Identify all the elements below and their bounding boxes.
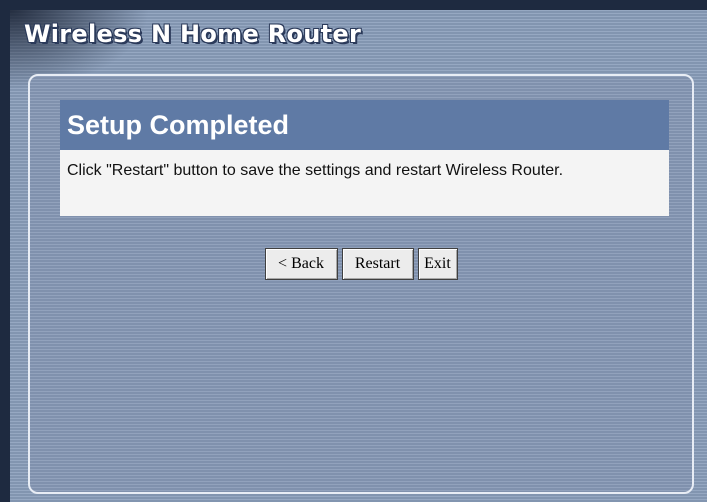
- app-title: Wireless N Home Router: [24, 20, 362, 48]
- wizard-panel: Setup Completed Click "Restart" button t…: [28, 74, 694, 494]
- back-button[interactable]: < Back: [264, 248, 338, 280]
- button-row: < Back Restart Exit: [30, 248, 692, 280]
- section-message: Click "Restart" button to save the setti…: [60, 150, 669, 216]
- exit-button[interactable]: Exit: [417, 248, 458, 280]
- restart-button[interactable]: Restart: [341, 248, 414, 280]
- section-title: Setup Completed: [67, 110, 290, 140]
- section-header: Setup Completed: [60, 100, 669, 150]
